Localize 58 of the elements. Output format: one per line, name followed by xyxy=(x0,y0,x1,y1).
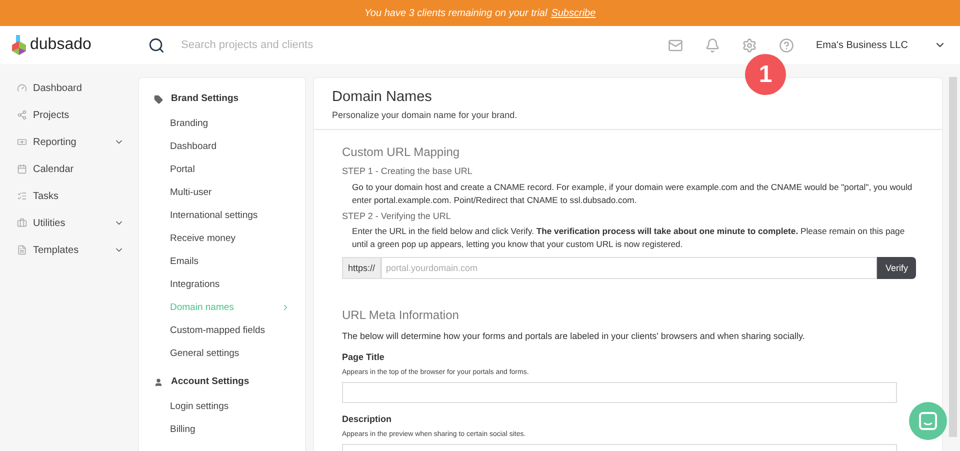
step-title: STEP 2 - Verifying the URL xyxy=(342,210,452,223)
step-title: STEP 1 - Creating the base URL xyxy=(342,165,474,178)
field-label: Page Title xyxy=(342,350,386,364)
nav-item[interactable]: Tasks xyxy=(17,187,138,205)
nav-item[interactable]: Templates xyxy=(17,241,138,259)
title-field[interactable] xyxy=(342,382,897,403)
settings-link[interactable]: Billing xyxy=(154,418,290,442)
settings-link[interactable]: Emails xyxy=(154,250,290,274)
settings-link[interactable]: Portal xyxy=(154,158,290,182)
nav-icon xyxy=(17,110,27,120)
bell-icon[interactable] xyxy=(705,38,720,52)
nav-item[interactable]: Dashboard xyxy=(17,79,138,97)
section-heading: URL Meta Information xyxy=(342,307,460,324)
settings-link[interactable]: Custom-mapped fields xyxy=(154,319,290,342)
settings-link[interactable]: Integrations xyxy=(154,273,290,296)
logo-icon xyxy=(12,35,26,55)
nav-item[interactable]: Reporting xyxy=(17,133,138,151)
settings-link[interactable]: Login settings xyxy=(154,396,290,418)
nav-icon xyxy=(17,191,27,201)
section-title: Account Settings xyxy=(171,375,250,390)
chat-icon xyxy=(919,412,937,430)
section-title: Brand Settings xyxy=(171,92,239,106)
nav-icon xyxy=(17,245,27,255)
nav-item[interactable]: Projects xyxy=(17,106,138,124)
step-text: Enter the URL in the field below and click Verify. The verification process will take about one minute to complete. Please remain on this page until a green pop up appears, letting you know that your custom URL is now registered. xyxy=(351,225,906,252)
trial-message: You have 3 clients remaining on your trial xyxy=(364,6,548,20)
help-icon[interactable] xyxy=(779,38,794,52)
search-field[interactable]: Search projects and clients xyxy=(181,36,481,54)
logo-text: dubsado xyxy=(30,35,92,55)
nav-icon xyxy=(17,218,27,228)
scrollbar[interactable] xyxy=(949,77,957,437)
page-subtitle: Personalize your domain name for your brand. xyxy=(332,108,518,122)
chevron-right-icon xyxy=(281,303,290,312)
search-icon[interactable] xyxy=(148,36,165,54)
nav-item[interactable]: Calendar xyxy=(17,160,138,178)
settings-link[interactable]: Multi-user xyxy=(154,181,290,204)
settings-link[interactable]: General settings xyxy=(154,342,290,366)
domain-field[interactable]: portal.yourdomain.com xyxy=(381,257,878,280)
section-icon xyxy=(154,378,163,387)
mail-icon[interactable] xyxy=(668,38,683,52)
account-name[interactable]: Ema's Business LLC xyxy=(816,38,912,52)
settings-link[interactable]: Receive money xyxy=(154,227,290,250)
field-label: Description xyxy=(342,412,393,426)
settings-link[interactable]: International settings xyxy=(154,204,290,228)
nav-icon xyxy=(17,164,27,174)
settings-link[interactable]: Dashboard xyxy=(154,135,290,158)
nav-item[interactable]: Utilities xyxy=(17,214,138,232)
settings-link[interactable]: Branding xyxy=(154,112,290,136)
nav-icon xyxy=(17,83,27,93)
verify-button[interactable]: Verify xyxy=(877,257,916,280)
url-prefix: https:// xyxy=(342,257,382,280)
meta-intro: The below will determine how your forms and portals are labeled in your clients' browsers and when sharing socially. xyxy=(342,330,806,344)
page-title: Domain Names xyxy=(332,88,433,107)
nav-icon xyxy=(17,137,27,147)
step-text: Go to your domain host and create a CNAME record. For example, if your domain were example.com and the CNAME would be "portal", you would enter portal.example.com. Point/Redirect that CNAME to ssl.dubsado.com. xyxy=(351,180,914,207)
section-heading: Custom URL Mapping xyxy=(342,144,461,162)
settings-icon[interactable] xyxy=(742,38,757,52)
section-icon xyxy=(154,94,163,104)
